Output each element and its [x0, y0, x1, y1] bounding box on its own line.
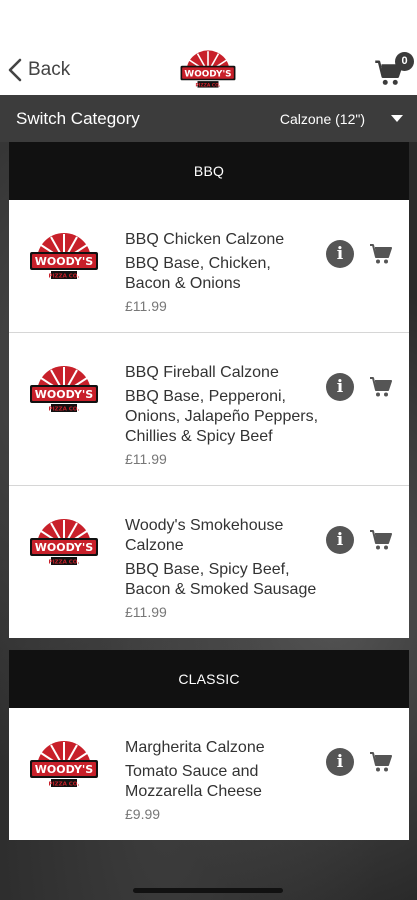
caret-down-icon	[391, 115, 403, 122]
woodys-logo: WOODY'S PIZZA CO.	[180, 50, 236, 88]
cart-count-badge: 0	[395, 52, 414, 71]
svg-text:PIZZA CO.: PIZZA CO.	[49, 782, 80, 788]
selected-category: Calzone (12")	[279, 110, 365, 127]
svg-text:PIZZA CO.: PIZZA CO.	[49, 560, 80, 566]
item-name: BBQ Chicken Calzone	[125, 231, 285, 248]
svg-text:WOODY'S: WOODY'S	[35, 763, 93, 776]
item-description: BBQ Base, Chicken, Bacon & Onions	[125, 255, 271, 292]
svg-text:WOODY'S: WOODY'S	[184, 69, 231, 79]
woodys-logo: WOODY'S PIZZA CO.	[30, 741, 98, 788]
woodys-logo: WOODY'S PIZZA CO.	[30, 519, 98, 566]
svg-text:WOODY'S: WOODY'S	[35, 255, 93, 268]
item-description: BBQ Base, Spicy Beef, Bacon & Smoked Sau…	[125, 561, 317, 598]
item-name: BBQ Fireball Calzone	[125, 364, 279, 381]
home-indicator	[133, 888, 283, 893]
info-icon[interactable]: i	[326, 526, 354, 554]
back-button[interactable]: Back	[6, 56, 70, 84]
add-to-cart-icon[interactable]	[369, 750, 393, 774]
cart-button[interactable]: 0	[374, 52, 414, 88]
switch-category-bar: Switch Category Calzone (12")	[0, 95, 417, 142]
add-to-cart-icon[interactable]	[369, 242, 393, 266]
svg-text:PIZZA CO.: PIZZA CO.	[49, 274, 80, 280]
category-header: BBQ	[9, 142, 409, 200]
add-to-cart-icon[interactable]	[369, 528, 393, 552]
item-price: £11.99	[125, 451, 167, 467]
item-price: £9.99	[125, 806, 161, 822]
menu-item[interactable]: WOODY'S PIZZA CO. Margherita Calzone Toma…	[9, 708, 409, 840]
category-gap	[9, 638, 409, 650]
menu-item[interactable]: WOODY'S PIZZA CO. BBQ Fireball Calzone BB…	[9, 333, 409, 486]
info-icon[interactable]: i	[326, 373, 354, 401]
menu-list: BBQ WOODY'S PIZZA CO. BBQ Chicken Calzon…	[9, 142, 409, 840]
switch-category-label: Switch Category	[16, 108, 140, 128]
svg-text:WOODY'S: WOODY'S	[35, 388, 93, 401]
back-label: Back	[28, 59, 71, 80]
item-name: Margherita Calzone	[125, 739, 265, 756]
item-price: £11.99	[125, 298, 167, 314]
svg-text:PIZZA CO.: PIZZA CO.	[196, 82, 221, 88]
chevron-left-icon	[8, 58, 22, 82]
menu-item[interactable]: WOODY'S PIZZA CO. BBQ Chicken Calzone BBQ…	[9, 200, 409, 333]
item-name: Woody's Smokehouse Calzone	[125, 517, 284, 554]
category-dropdown[interactable]: Calzone (12")	[280, 111, 403, 127]
svg-text:PIZZA CO.: PIZZA CO.	[49, 407, 80, 413]
item-description: BBQ Base, Pepperoni, Onions, Jalapeño Pe…	[125, 388, 319, 445]
woodys-logo: WOODY'S PIZZA CO.	[30, 233, 98, 280]
svg-text:WOODY'S: WOODY'S	[35, 541, 93, 554]
item-price: £11.99	[125, 604, 167, 620]
item-description: Tomato Sauce and Mozzarella Cheese	[125, 763, 262, 800]
add-to-cart-icon[interactable]	[369, 375, 393, 399]
top-navigation-bar: Back WOODY'S PIZZA CO. 0	[0, 0, 417, 95]
menu-item[interactable]: WOODY'S PIZZA CO. Woody's Smokehouse Cal…	[9, 486, 409, 638]
menu-item-list: WOODY'S PIZZA CO. Margherita Calzone Toma…	[9, 708, 409, 840]
info-icon[interactable]: i	[326, 748, 354, 776]
info-icon[interactable]: i	[326, 240, 354, 268]
menu-item-list: WOODY'S PIZZA CO. BBQ Chicken Calzone BBQ…	[9, 200, 409, 638]
woodys-logo: WOODY'S PIZZA CO.	[30, 366, 98, 413]
category-header: CLASSIC	[9, 650, 409, 708]
